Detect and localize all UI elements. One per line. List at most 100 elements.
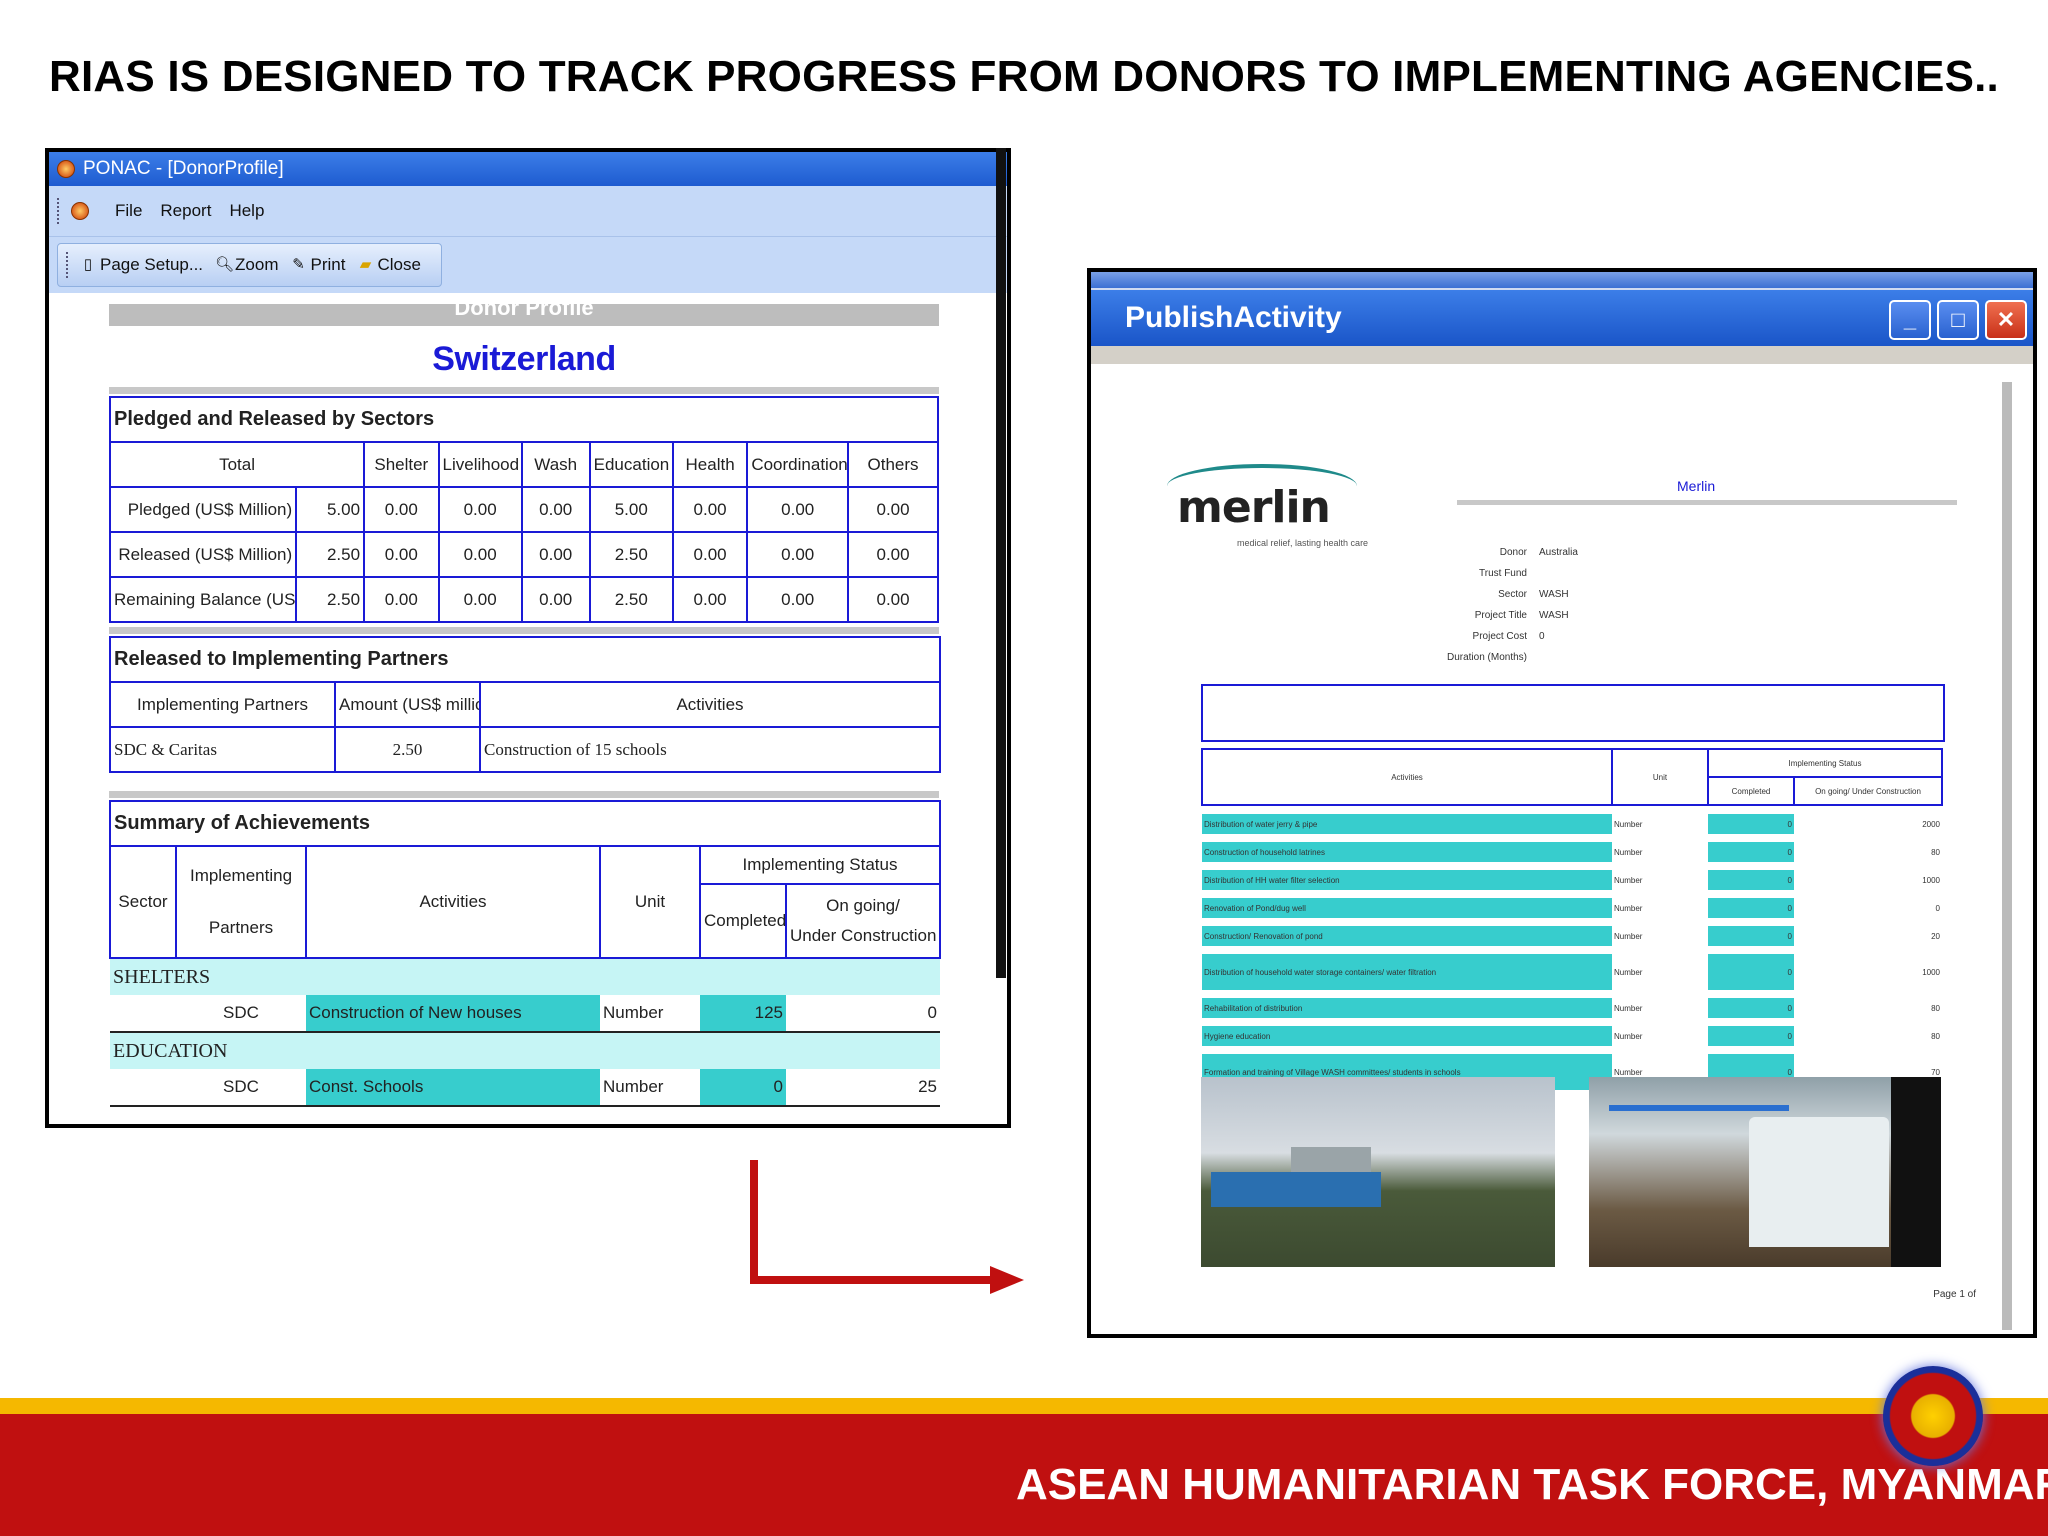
- footer-gold-band: [0, 1398, 2048, 1414]
- col-activities: Activities: [478, 681, 942, 728]
- table-row: Rehabilitation of distribution Number 0 80: [1202, 998, 1942, 1018]
- cell: 0.00: [746, 576, 850, 623]
- menu-report[interactable]: Report: [160, 201, 211, 221]
- sector-name: EDUCATION: [110, 1032, 941, 1069]
- col-health: Health: [671, 441, 749, 488]
- achievements-section-title: Summary of Achievements: [108, 800, 942, 847]
- released-section-title: Released to Implementing Partners: [108, 636, 942, 683]
- zoom-button[interactable]: 🔍︎ Zoom: [215, 255, 278, 275]
- maximize-icon[interactable]: □: [1937, 300, 1979, 340]
- print-button[interactable]: ✎ Print: [291, 255, 345, 275]
- cell: 0.00: [520, 531, 591, 578]
- window-title-bar[interactable]: PONAC - [DonorProfile]: [49, 152, 1007, 186]
- window-controls: _ □ ✕: [1883, 300, 2027, 340]
- divider: [1457, 500, 1957, 505]
- cell: 0.00: [520, 486, 591, 533]
- cell-activity: Const. Schools: [306, 1069, 600, 1107]
- activity-table: Activities Unit Implementing Status Comp…: [1201, 748, 1943, 1090]
- cell: 0.00: [671, 486, 749, 533]
- cell: 2.50: [588, 576, 674, 623]
- meta-row: Sector WASH: [1498, 589, 1569, 600]
- project-meta: Donor Australia Trust Fund Sector WASH Pro…: [1267, 547, 1667, 673]
- print-icon: ✎: [292, 256, 305, 273]
- table-row: Released (US$ Million) 2.50 0.00 0.00 0.…: [108, 531, 939, 578]
- cell: 0.00: [746, 486, 850, 533]
- footer-text: ASEAN HUMANITARIAN TASK FORCE, MYANMAR: [1016, 1460, 2048, 1509]
- asean-logo-icon: [1883, 1366, 1983, 1466]
- col-unit: Unit: [599, 845, 701, 959]
- meta-row: Duration (Months): [1446, 652, 1527, 663]
- cell-partner: SDC: [176, 995, 306, 1033]
- col-shelter: Shelter: [363, 441, 440, 488]
- minimize-icon[interactable]: _: [1889, 300, 1931, 340]
- col-activities: Activities: [1201, 748, 1613, 806]
- table-header-row: Sector Implementing Partners Activities …: [109, 845, 942, 959]
- table-row: Distribution of HH water filter selectio…: [1202, 870, 1942, 890]
- menu-file[interactable]: File: [115, 201, 142, 221]
- col-partners-line2: Partners: [208, 918, 274, 937]
- cell: 0.00: [363, 486, 440, 533]
- released-table: Released to Implementing Partners Implem…: [108, 636, 942, 773]
- cell-unit: Number: [600, 1069, 700, 1107]
- col-coordination: Coordination: [746, 441, 850, 488]
- table-header-row: Activities Unit Implementing Status: [1201, 748, 1943, 806]
- close-icon[interactable]: ✕: [1985, 300, 2027, 340]
- table-row: Distribution of household water storage …: [1202, 954, 1942, 990]
- folder-icon: ▰: [359, 256, 372, 273]
- cell: 0.00: [363, 576, 440, 623]
- flow-arrow-horizontal: [750, 1276, 992, 1284]
- col-activities: Activities: [305, 845, 601, 959]
- close-button[interactable]: ▰ Close: [357, 255, 421, 275]
- report-heading: Donor Profile: [109, 304, 939, 326]
- col-ongoing-line2: Under Construction: [790, 926, 937, 945]
- col-total: Total: [108, 441, 366, 488]
- grip-handle[interactable]: [57, 198, 63, 224]
- toolbar-grip[interactable]: [66, 252, 72, 278]
- table-row: SDC Construction of New houses Number 12…: [110, 995, 941, 1033]
- col-wash: Wash: [520, 441, 591, 488]
- col-status: Implementing Status: [1707, 748, 1943, 778]
- toolbar: ▯ Page Setup... 🔍︎ Zoom ✎ Print ▰ Close: [49, 237, 1007, 293]
- donor-report: Donor Profile Switzerland Pledged and Re…: [108, 304, 942, 1107]
- menu-help[interactable]: Help: [229, 201, 264, 221]
- project-photo-water-tanks: [1201, 1077, 1555, 1267]
- sector-name: SHELTERS: [110, 958, 941, 995]
- table-row: Distribution of water jerry & pipe Number…: [1202, 814, 1942, 834]
- table-row: Hygiene education Number 0 80: [1202, 1026, 1942, 1046]
- cell-completed: 0: [700, 1069, 786, 1107]
- donor-profile-window: PONAC - [DonorProfile] File Report Help …: [45, 148, 1011, 1128]
- cell: 2.50: [588, 531, 674, 578]
- cell-partner: SDC: [176, 1069, 306, 1107]
- slide-title: RIAS IS DESIGNED TO TRACK PROGRESS FROM …: [49, 52, 1999, 101]
- pledged-section-title: Pledged and Released by Sectors: [109, 396, 939, 443]
- divider: [109, 627, 939, 634]
- cell: 0.00: [847, 576, 939, 623]
- col-livelihood: Livelihood: [437, 441, 523, 488]
- menu-bar: File Report Help: [49, 186, 1007, 237]
- col-partners: Implementing Partners: [175, 845, 307, 959]
- col-education: Education: [588, 441, 674, 488]
- table-row: Construction of household latrines Number…: [1202, 842, 1942, 862]
- col-partners: Implementing Partners: [109, 681, 336, 728]
- donor-name: Switzerland: [432, 340, 616, 378]
- activity-document: merlin medical relief, lasting health ca…: [1097, 382, 2012, 1330]
- window-title: PONAC - [DonorProfile]: [83, 158, 284, 179]
- window-shadow: [996, 148, 1006, 978]
- page-setup-button[interactable]: ▯ Page Setup...: [80, 255, 203, 275]
- toolbar-strip: ▯ Page Setup... 🔍︎ Zoom ✎ Print ▰ Close: [57, 243, 442, 287]
- col-status: Implementing Status: [698, 845, 942, 885]
- cell: 0.00: [671, 531, 749, 578]
- page-number: Page 1 of: [1933, 1289, 1976, 1300]
- col-ongoing-line1: On going/: [826, 896, 900, 915]
- table-row: Pledged (US$ Million) 5.00 0.00 0.00 0.0…: [108, 486, 939, 533]
- meta-row: Project Cost 0: [1472, 631, 1545, 642]
- cell: 0.00: [847, 486, 939, 533]
- table-row: Remaining Balance (US$ Million) 2.50 0.0…: [108, 576, 939, 623]
- window-title-bar[interactable]: PublishActivity _ □ ✕: [1091, 290, 2033, 346]
- cell-ongoing: 0: [786, 995, 941, 1033]
- row-label: Released (US$ Million): [108, 531, 298, 578]
- arrow-right-icon: [990, 1266, 1024, 1294]
- page-icon: ▯: [83, 256, 93, 273]
- cell-completed: 125: [700, 995, 786, 1033]
- menu-app-icon[interactable]: [71, 202, 89, 220]
